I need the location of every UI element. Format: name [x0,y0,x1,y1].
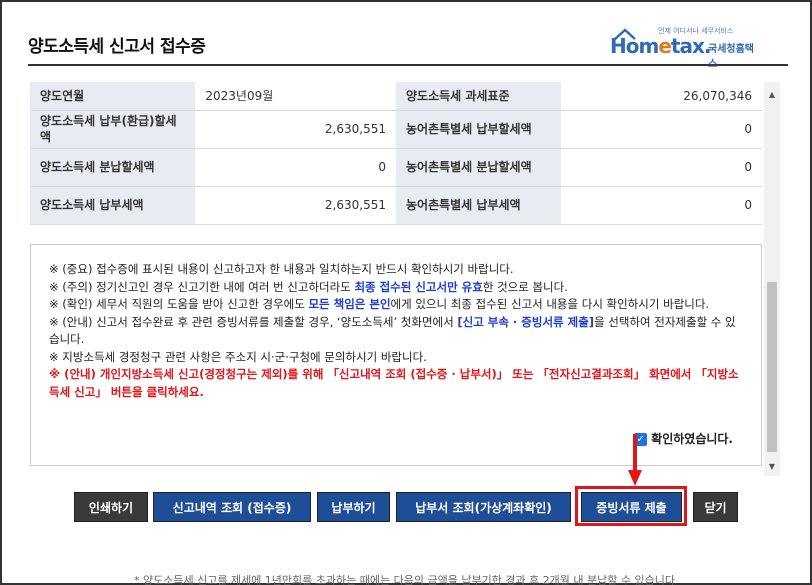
summary-table: 양도연월 2023년09월 양도소득세 과세표준 26,070,346 양도소득… [30,82,762,225]
hometax-logo: 언제 어디서나 세무서비스 Hometax. 국세청홈택스 [610,24,760,70]
notice-line-red: ※ (안내) 개인지방소득세 신고(경정청구는 제외)를 위해 「신고내역 조회… [49,367,739,399]
notice-line: ※ 지방소득세 경정청구 관련 사항은 주소지 시·군·구청에 문의하시기 바랍… [49,349,427,364]
print-button[interactable]: 인쇄하기 [74,492,148,522]
dialog-header: 양도소득세 신고서 접수증 언제 어디서나 세무서비스 Hometax. 국세청… [28,2,788,70]
notice-line: ※ (주의) 정기신고인 경우 신고기한 내에 여러 번 신고하더라도 최종 접… [49,279,568,294]
cell-label: 농어촌특별세 분납할세액 [395,148,562,187]
cell-value: 0 [561,148,762,187]
scrollbar-thumb[interactable] [767,282,777,452]
cell-label: 양도소득세 납부세액 [30,186,196,225]
logo-korean: 국세청홈택스 [708,44,754,70]
virtual-account-button[interactable]: 납부서 조회(가상계좌확인) [396,492,571,522]
cell-label: 양도연월 [30,82,196,111]
notice-line: ※ (안내) 신고서 접수완료 후 관련 증빙서류를 제출할 경우, ‘양도소득… [49,314,736,347]
arrow-down-icon [628,434,642,486]
table-row: 양도소득세 납부세액 2,630,551 농어촌특별세 납부세액 0 [30,186,762,225]
confirm-checkbox[interactable]: ✓ 확인하였습니다. [634,431,733,449]
confirm-label: 확인하였습니다. [651,432,733,446]
content-scroll-area[interactable]: 양도연월 2023년09월 양도소득세 과세표준 26,070,346 양도소득… [28,82,780,476]
page-title: 양도소득세 신고서 접수증 [28,37,206,57]
cell-value: 0 [561,186,762,225]
scroll-up-icon[interactable]: ▲ [764,86,780,102]
cell-label: 농어촌특별세 납부세액 [395,186,562,225]
close-button[interactable]: 닫기 [693,492,738,522]
notice-line: ※ (중요) 접수증에 표시된 내용이 신고하고자 한 내용과 일치하는지 반드… [49,262,514,276]
cell-value: 2,630,551 [195,186,396,225]
history-button[interactable]: 신고내역 조회 (접수증) [153,492,311,522]
cell-label: 양도소득세 납부(환급)할세액 [30,110,196,149]
cell-label: 양도소득세 분납할세액 [30,148,196,187]
cell-value: 26,070,346 [561,82,762,111]
receipt-dialog: 양도소득세 신고서 접수증 언제 어디서나 세무서비스 Hometax. 국세청… [0,0,812,585]
logo-brand: Hometax. [610,34,711,58]
cell-value: 2,630,551 [195,110,396,149]
highlight-box [575,486,687,526]
table-row: 양도연월 2023년09월 양도소득세 과세표준 26,070,346 [30,82,762,111]
cell-label: 농어촌특별세 납부할세액 [395,110,562,149]
table-row: 양도소득세 납부(환급)할세액 2,630,551 농어촌특별세 납부할세액 0 [30,110,762,149]
cell-value: 2023년09월 [195,82,396,111]
cell-label: 양도소득세 과세표준 [395,82,562,111]
cell-value: 0 [561,110,762,149]
table-row: 양도소득세 분납할세액 0 농어촌특별세 분납할세액 0 [30,148,762,187]
pay-button[interactable]: 납부하기 [317,492,390,522]
scrollbar[interactable]: ▲ ▼ [764,82,780,476]
scroll-down-icon[interactable]: ▼ [764,458,780,474]
button-bar: 인쇄하기 신고내역 조회 (접수증) 납부하기 납부서 조회(가상계좌확인) 증… [2,490,812,530]
cell-value: 0 [195,148,396,187]
footer-text: * 양도소득세 신고를 제세에 1년만회를 초과하는 때에는 다음의 금액을 납… [134,574,675,585]
notice-line: ※ (확인) 세무서 직원의 도움을 받아 신고한 경우에도 모든 책임은 본인… [49,297,710,311]
notice-box: ※ (중요) 접수증에 표시된 내용이 신고하고자 한 내용과 일치하는지 반드… [30,244,762,466]
